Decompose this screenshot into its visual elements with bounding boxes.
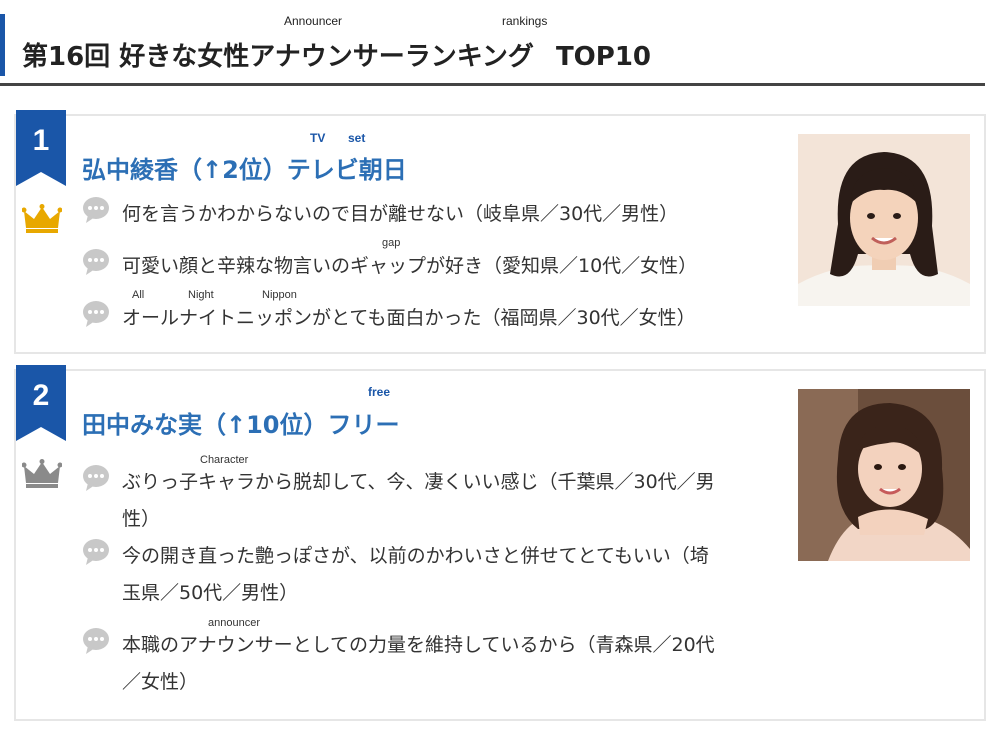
announcer-photo xyxy=(798,134,970,306)
page-title-main: 第16回 好きな女性アナウンサーランキング xyxy=(22,42,534,72)
comment-item: 可愛い顔と辛辣な物言いのギャップが好き（愛知県／10代／女性） xyxy=(82,248,722,285)
ranking-card-1: 1 TV set 弘中綾香（↑2位）テレビ朝日 何を言うかわからないので目が離せ… xyxy=(14,110,986,354)
rank-badge: 1 xyxy=(16,110,66,186)
silver-crown-icon xyxy=(21,459,63,489)
announcer-name[interactable]: 弘中綾香（↑2位）テレビ朝日 xyxy=(82,150,407,185)
ruby-rankings: rankings xyxy=(502,14,548,28)
rank-number: 2 xyxy=(32,379,50,412)
comment-item: ぶりっ子キャラから脱却して、今、凄くいい感じ（千葉県／30代／男性） xyxy=(82,464,722,538)
page-title-suffix: TOP10 xyxy=(555,42,652,72)
comment-text: 可愛い顔と辛辣な物言いのギャップが好き（愛知県／10代／女性） xyxy=(122,255,698,277)
announcer-name[interactable]: 田中みな実（↑10位）フリー xyxy=(82,405,400,440)
speech-bubble-icon xyxy=(83,197,109,223)
comment-text: 今の開き直った艶っぽさが、以前のかわいさと併せてとてもいい（埼玉県／50代／男性… xyxy=(122,545,709,604)
speech-bubble-icon xyxy=(83,249,109,275)
ruby-free: free xyxy=(368,385,391,399)
comment-item: 何を言うかわからないので目が離せない（岐阜県／30代／男性） xyxy=(82,196,722,233)
speech-bubble-icon xyxy=(83,628,109,654)
page-header: Announcer rankings 第16回 好きな女性アナウンサーランキング… xyxy=(0,0,998,88)
header-divider xyxy=(0,83,985,86)
ruby-tv: TV xyxy=(310,131,326,145)
comment-item: 本職のアナウンサーとしての力量を維持しているから（青森県／20代／女性） xyxy=(82,627,722,701)
comment-item: 今の開き直った艶っぽさが、以前のかわいさと併せてとてもいい（埼玉県／50代／男性… xyxy=(82,538,722,612)
announcer-photo xyxy=(798,389,970,561)
comment-text: オールナイトニッポンがとても面白かった（福岡県／30代／女性） xyxy=(122,307,696,329)
comment-text: 本職のアナウンサーとしての力量を維持しているから（青森県／20代／女性） xyxy=(122,634,715,693)
ranking-card-2: 2 free 田中みな実（↑10位）フリー Character ぶりっ子キャラか… xyxy=(14,365,986,721)
speech-bubble-icon xyxy=(83,301,109,327)
rank-badge: 2 xyxy=(16,365,66,441)
gold-crown-icon xyxy=(21,204,63,234)
page-title: 第16回 好きな女性アナウンサーランキング TOP10 xyxy=(22,36,651,73)
speech-bubble-icon xyxy=(83,539,109,565)
ruby-announcer: Announcer xyxy=(284,14,343,28)
speech-bubble-icon xyxy=(83,465,109,491)
header-accent-bar xyxy=(0,14,5,76)
rank-number: 1 xyxy=(32,124,50,157)
comment-text: ぶりっ子キャラから脱却して、今、凄くいい感じ（千葉県／30代／男性） xyxy=(122,471,715,530)
comment-item: オールナイトニッポンがとても面白かった（福岡県／30代／女性） xyxy=(82,300,722,337)
comment-text: 何を言うかわからないので目が離せない（岐阜県／30代／男性） xyxy=(122,203,679,225)
ruby-set: set xyxy=(348,131,366,145)
